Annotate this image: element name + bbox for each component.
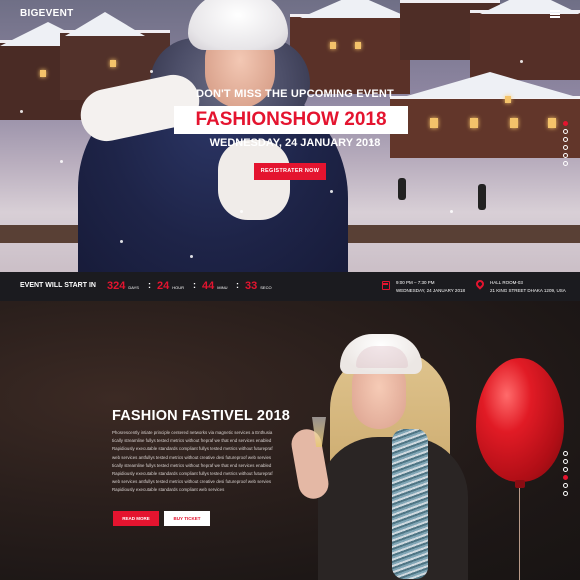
site-logo[interactable]: BIGEVENT	[20, 8, 74, 19]
countdown-days: 324 DAYS	[107, 280, 139, 292]
countdown-bar: EVENT WILL START IN 324 DAYS : 24 HOUR :…	[0, 272, 580, 301]
read-more-button[interactable]: READ MORE	[113, 511, 159, 526]
slider-dot[interactable]	[563, 121, 568, 126]
slider-dot[interactable]	[563, 145, 568, 150]
page: BIGEVENT DON'T MISS THE UPCOMING EVENT F…	[0, 0, 580, 580]
hours-unit: HOUR	[172, 285, 185, 290]
slider-dot[interactable]	[563, 137, 568, 142]
feature-section: FASHION FASTIVEL 2018 Phosrescently inti…	[0, 301, 580, 580]
map-pin-icon	[474, 278, 486, 290]
slider-dot[interactable]	[563, 161, 568, 166]
description-line: web services antfullys tested metrics wi…	[112, 479, 272, 485]
slider-dot[interactable]	[563, 475, 568, 480]
hero-date: WEDNESDAY, 24 JANUARY 2018	[209, 137, 381, 149]
seconds-unit: SECO	[260, 285, 272, 290]
skier-figure	[398, 178, 406, 200]
feature-description: Phosrescently intiate principle centered…	[112, 429, 317, 495]
event-date: WEDNESDAY, 24 JANUARY 2018	[396, 288, 465, 293]
event-address: 21 KING STREET DHAKA 1209, USA	[490, 288, 566, 293]
separator: :	[148, 280, 151, 290]
days-unit: DAYS	[128, 285, 139, 290]
slider-dot[interactable]	[563, 483, 568, 488]
minutes-unit: MINU	[217, 285, 228, 290]
description-line: tically streamline fullys tested metrics…	[112, 462, 272, 468]
days-value: 324	[107, 280, 126, 292]
description-line: Rapidiously executable standards complia…	[112, 471, 273, 477]
separator: :	[236, 280, 239, 290]
seconds-value: 33	[245, 280, 258, 292]
countdown-label: EVENT WILL START IN	[20, 282, 96, 289]
slider-dot[interactable]	[563, 153, 568, 158]
slider-dot[interactable]	[563, 129, 568, 134]
hamburger-menu-icon[interactable]	[550, 10, 560, 18]
feature-title: FASHION FASTIVEL 2018	[112, 408, 290, 424]
skier-figure	[478, 184, 486, 210]
slider-dot[interactable]	[563, 491, 568, 496]
description-line: Rapidiously executable standards complia…	[112, 446, 273, 452]
hero-title: FASHIONSHOW 2018	[174, 106, 408, 134]
register-now-button[interactable]: REGISTRATER NOW	[254, 163, 326, 180]
event-time-info: 9:00 PM – 7:30 PM WEDNESDAY, 24 JANUARY …	[396, 279, 465, 295]
buy-ticket-button[interactable]: BUY TICKET	[164, 511, 210, 526]
feature-slider-dots	[563, 451, 568, 499]
calendar-icon	[382, 281, 390, 290]
hero-subtitle: DON'T MISS THE UPCOMING EVENT	[196, 88, 394, 100]
separator: :	[193, 280, 196, 290]
event-time: 9:00 PM – 7:30 PM	[396, 280, 435, 285]
slider-dot[interactable]	[563, 459, 568, 464]
slider-dot[interactable]	[563, 467, 568, 472]
description-line: Rapidiously executable standards complia…	[112, 487, 225, 493]
countdown-hours: 24 HOUR	[157, 280, 184, 292]
slider-dot[interactable]	[563, 451, 568, 456]
description-line: web services antfullys tested metrics wi…	[112, 454, 272, 460]
event-venue-info: HALL ROOM-03 21 KING STREET DHAKA 1209, …	[490, 279, 566, 295]
description-line: Phosrescently intiate principle centered…	[112, 430, 273, 435]
hero-slider-dots	[563, 121, 568, 169]
minutes-value: 44	[202, 280, 215, 292]
countdown-seconds: 33 SECO	[245, 280, 272, 292]
countdown-minutes: 44 MINU	[202, 280, 227, 292]
hero-section: BIGEVENT DON'T MISS THE UPCOMING EVENT F…	[0, 0, 580, 272]
description-line: tically streamline fullys tested metrics…	[112, 438, 272, 444]
event-venue: HALL ROOM-03	[490, 280, 523, 285]
hours-value: 24	[157, 280, 170, 292]
